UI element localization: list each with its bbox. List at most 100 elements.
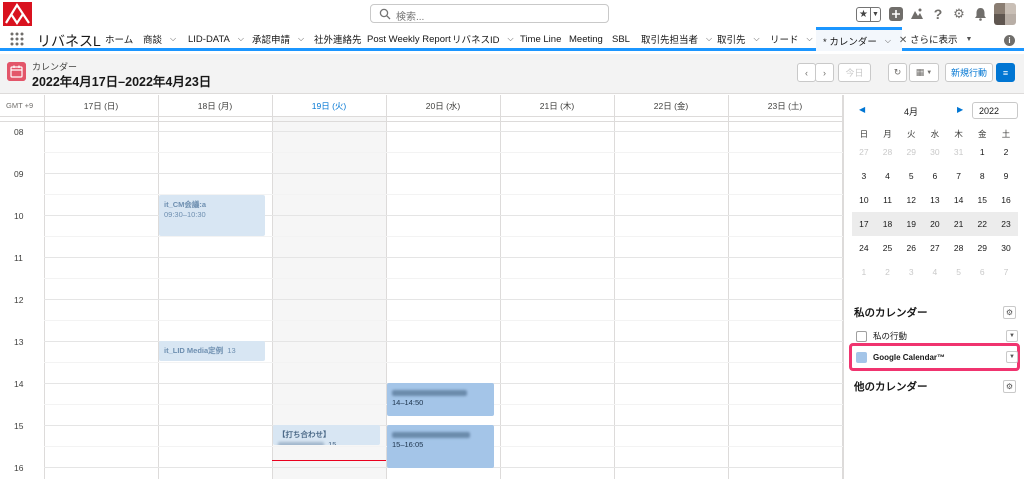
day-header[interactable]: 20日 (水) (386, 95, 500, 116)
mini-calendar-day[interactable]: 5 (947, 267, 971, 277)
nav-item-opportunities[interactable]: 商談 ⌵ (143, 27, 176, 51)
nav-item-leads[interactable]: リード ⌵ (770, 27, 813, 51)
user-avatar[interactable] (994, 3, 1016, 25)
mini-calendar-day[interactable]: 2 (994, 147, 1018, 157)
other-calendars-settings-gear-icon[interactable]: ⚙ (1003, 380, 1016, 393)
mini-calendar-day[interactable]: 25 (876, 243, 900, 253)
calendar-event[interactable]: 15–16:05 (387, 425, 494, 468)
trailhead-icon[interactable] (910, 7, 924, 21)
day-header[interactable]: 23日 (土) (728, 95, 842, 116)
mini-calendar-day[interactable]: 16 (994, 195, 1018, 205)
nav-item-external-contacts[interactable]: 社外連絡先 (314, 27, 362, 51)
calendar-checkbox[interactable] (856, 351, 867, 363)
calendar-event[interactable]: it_CM会議:a 09:30–10:30 (159, 195, 265, 236)
calendar-item-google-calendar[interactable]: Google Calendar™ ▼ (856, 349, 1018, 365)
caret-down-icon[interactable]: ▼ (1006, 330, 1018, 342)
day-header[interactable]: 22日 (金) (614, 95, 728, 116)
favorites-dropdown-icon[interactable]: ▼ (870, 7, 880, 21)
calendar-event[interactable]: 14–14:50 (387, 383, 494, 416)
mini-calendar-day[interactable]: 21 (947, 219, 971, 229)
mini-calendar-day[interactable]: 6 (970, 267, 994, 277)
chevron-down-icon[interactable]: ⌵ (754, 34, 760, 44)
previous-month-icon[interactable]: ◀ (859, 105, 865, 114)
chevron-down-icon[interactable]: ⌵ (807, 34, 813, 44)
mini-calendar-day[interactable]: 12 (899, 195, 923, 205)
chevron-down-icon[interactable]: ⌵ (238, 34, 244, 44)
mini-calendar-day[interactable]: 10 (852, 195, 876, 205)
company-logo[interactable] (3, 2, 32, 26)
help-icon[interactable]: ? (931, 6, 945, 22)
my-calendars-settings-gear-icon[interactable]: ⚙ (1003, 306, 1016, 319)
mini-calendar-day[interactable]: 8 (970, 171, 994, 181)
mini-calendar-day[interactable]: 14 (947, 195, 971, 205)
chevron-down-icon[interactable]: ⌵ (298, 34, 304, 44)
nav-item-livaness-id[interactable]: リバネスID ⌵ (452, 27, 514, 51)
mini-calendar-day[interactable]: 11 (876, 195, 900, 205)
nav-item-approvals[interactable]: 承認申請 ⌵ (252, 27, 304, 51)
mini-calendar-day[interactable]: 13 (923, 195, 947, 205)
nav-item-sbl[interactable]: SBL (612, 27, 630, 51)
global-search-input[interactable]: 検索... (370, 4, 609, 23)
caret-down-icon[interactable]: ▼ (1006, 351, 1018, 363)
mini-calendar-day[interactable]: 7 (994, 267, 1018, 277)
global-add-icon[interactable] (889, 7, 903, 21)
nav-item-meeting[interactable]: Meeting (569, 27, 603, 51)
mini-calendar-day[interactable]: 2 (876, 267, 900, 277)
mini-calendar-day[interactable]: 1 (852, 267, 876, 277)
mini-calendar-day[interactable]: 19 (899, 219, 923, 229)
mini-calendar-day[interactable]: 7 (947, 171, 971, 181)
caret-down-icon[interactable]: ▼ (966, 36, 973, 43)
refresh-button[interactable]: ↻ (888, 63, 907, 82)
calendar-checkbox[interactable] (856, 330, 867, 342)
chevron-down-icon[interactable]: ⌵ (885, 36, 891, 46)
favorite-star-icon[interactable]: ★ (857, 8, 870, 21)
info-icon[interactable]: i (1004, 35, 1015, 46)
notifications-bell-icon[interactable] (973, 7, 987, 21)
nav-item-home[interactable]: ホーム (105, 27, 133, 51)
mini-calendar-day[interactable]: 27 (852, 147, 876, 157)
calendar-list-toggle-button[interactable]: ≡ (996, 63, 1015, 82)
close-tab-icon[interactable]: ✕ (899, 35, 907, 46)
nav-item-timeline[interactable]: Time Line (520, 27, 561, 51)
mini-calendar-day[interactable]: 24 (852, 243, 876, 253)
chevron-down-icon[interactable]: ⌵ (508, 34, 514, 44)
mini-calendar-day[interactable]: 23 (994, 219, 1018, 229)
mini-calendar-day[interactable]: 5 (899, 171, 923, 181)
mini-calendar-day[interactable]: 1 (970, 147, 994, 157)
mini-calendar-day[interactable]: 3 (852, 171, 876, 181)
next-month-icon[interactable]: ▶ (957, 105, 963, 114)
nav-item-post-weekly-report[interactable]: Post Weekly Report (367, 27, 451, 51)
mini-calendar-day[interactable]: 15 (970, 195, 994, 205)
nav-item-more[interactable]: さらに表示 ▼ (910, 27, 972, 51)
calendar-event[interactable]: 【打ち合わせ】 15 (273, 425, 380, 445)
today-button[interactable]: 今日 (838, 63, 871, 82)
view-selector-button[interactable]: ▦ ▼ (909, 63, 939, 82)
tab-calendar[interactable]: * カレンダー ⌵ ✕ (816, 27, 907, 51)
new-event-button[interactable]: 新規行動 (945, 63, 993, 82)
mini-calendar-day[interactable]: 4 (876, 171, 900, 181)
setup-gear-icon[interactable]: ⚙ (952, 6, 966, 21)
day-header[interactable]: 21日 (木) (500, 95, 614, 116)
mini-calendar-day[interactable]: 4 (923, 267, 947, 277)
chevron-down-icon[interactable]: ⌵ (706, 34, 712, 44)
chevron-down-icon[interactable]: ⌵ (170, 34, 176, 44)
mini-calendar-day[interactable]: 29 (970, 243, 994, 253)
mini-calendar-day[interactable]: 17 (852, 219, 876, 229)
mini-calendar-day[interactable]: 20 (923, 219, 947, 229)
day-header[interactable]: 17日 (日) (44, 95, 158, 116)
day-header-today[interactable]: 19日 (火) (272, 95, 386, 116)
app-launcher-icon[interactable] (10, 32, 24, 46)
mini-calendar-day[interactable]: 18 (876, 219, 900, 229)
mini-calendar-day[interactable]: 30 (923, 147, 947, 157)
mini-calendar-day[interactable]: 22 (970, 219, 994, 229)
mini-calendar-day[interactable]: 26 (899, 243, 923, 253)
nav-item-contacts[interactable]: 取引先担当者 ⌵ (641, 27, 712, 51)
mini-calendar-day[interactable]: 28 (947, 243, 971, 253)
previous-week-button[interactable]: ‹ (797, 63, 816, 82)
calendar-event[interactable]: it_LID Media定例 13 (159, 341, 265, 361)
nav-item-accounts[interactable]: 取引先 ⌵ (717, 27, 760, 51)
day-header[interactable]: 18日 (月) (158, 95, 272, 116)
nav-item-lid-data[interactable]: LID-DATA ⌵ (188, 27, 244, 51)
calendar-item-my-events[interactable]: 私の行動 ▼ (856, 328, 1018, 344)
mini-calendar-day[interactable]: 6 (923, 171, 947, 181)
